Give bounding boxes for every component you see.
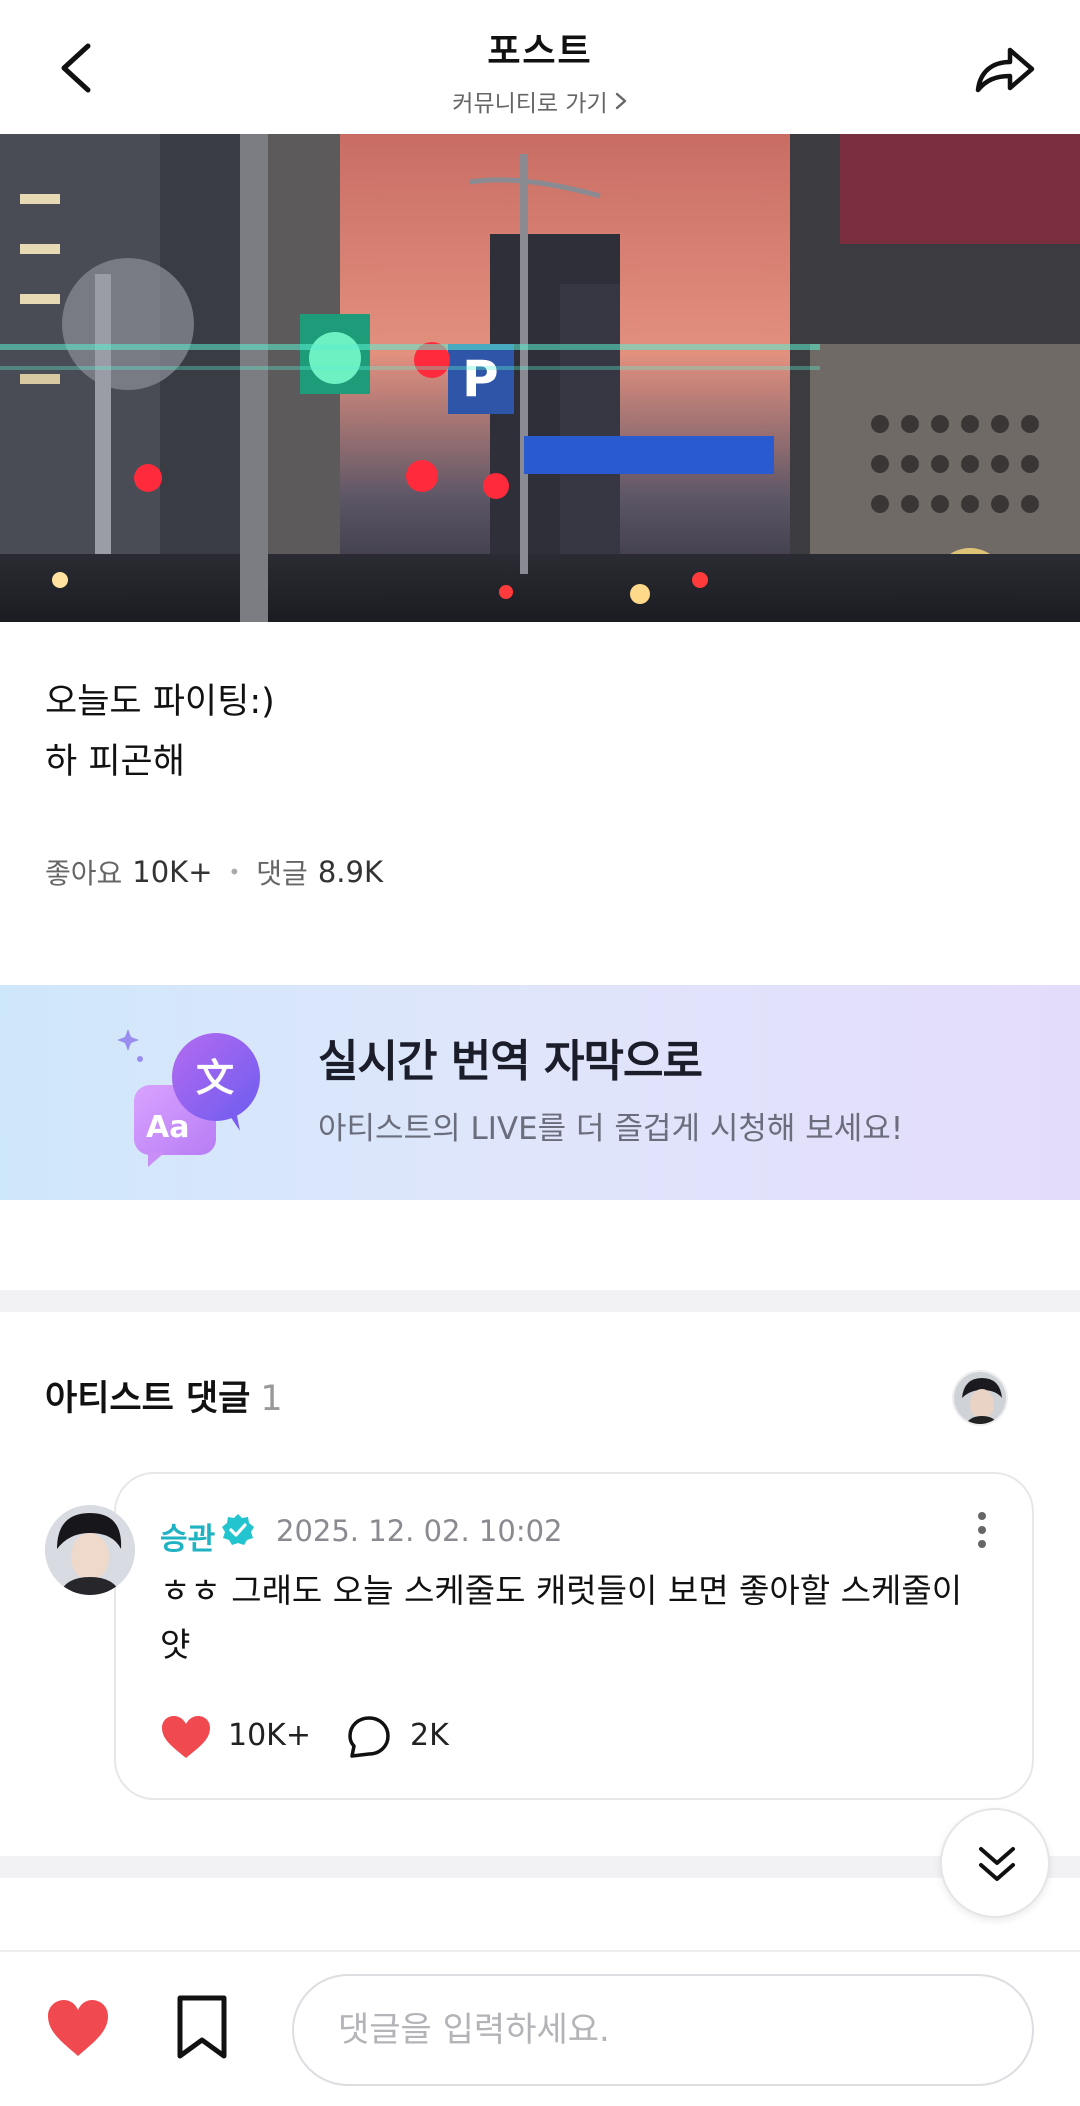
- banner-title: 실시간 번역 자막으로: [318, 1036, 703, 1087]
- verified-badge-icon: [222, 1514, 254, 1545]
- post-text-line: 오늘도 파이팅:): [45, 682, 275, 722]
- translation-banner[interactable]: Aa 文 실시간 번역 자막으로 아티스트의 LIVE를 더 즐겁게 시청해 보…: [0, 985, 1080, 1200]
- comment-input[interactable]: [292, 1974, 1034, 2086]
- artist-avatar-small[interactable]: [952, 1370, 1008, 1426]
- banner-icon-sub: Aa: [146, 1110, 189, 1145]
- comment-author-avatar[interactable]: [45, 1505, 135, 1595]
- comment-like-count: 10K+: [228, 1718, 311, 1753]
- artist-comment-card: 승관 2025. 12. 02. 10:02 ㅎㅎ 그래도 오늘 스케줄도 캐럿…: [114, 1472, 1034, 1800]
- artist-comments-label: 아티스트 댓글: [45, 1379, 251, 1419]
- community-link-label: 커뮤니티로 가기: [452, 91, 608, 117]
- post-photo[interactable]: P: [0, 134, 1080, 622]
- separator-dot: •: [228, 860, 241, 884]
- chevron-right-icon: [614, 91, 628, 117]
- section-divider: [0, 1290, 1080, 1312]
- section-divider: [0, 1856, 1080, 1878]
- heart-icon[interactable]: [160, 1714, 212, 1760]
- share-button[interactable]: [970, 36, 1040, 100]
- post-stats: 좋아요 10K+ • 댓글 8.9K: [45, 852, 383, 892]
- community-link[interactable]: 커뮤니티로 가기: [0, 84, 1080, 118]
- banner-icon-main: 文: [196, 1056, 234, 1100]
- svg-text:P: P: [462, 350, 499, 408]
- artist-comments-count: 1: [260, 1379, 283, 1419]
- share-arrow-icon: [975, 47, 1035, 93]
- more-options-icon[interactable]: [972, 1508, 992, 1552]
- reply-bubble-icon[interactable]: [346, 1714, 392, 1760]
- double-chevron-down-icon: [979, 1847, 1015, 1881]
- likes-count: 10K+: [132, 855, 213, 889]
- likes-label: 좋아요: [45, 857, 123, 890]
- banner-subtitle: 아티스트의 LIVE를 더 즐겁게 시청해 보세요!: [318, 1111, 904, 1147]
- top-header: 포스트 커뮤니티로 가기: [0, 0, 1080, 134]
- page-title: 포스트: [487, 31, 593, 72]
- comment-date: 2025. 12. 02. 10:02: [276, 1514, 563, 1548]
- comments-count: 8.9K: [317, 855, 383, 889]
- bottom-action-bar: [0, 1950, 1080, 2106]
- scroll-down-button[interactable]: [940, 1808, 1050, 1918]
- post-text-line: 하 피곤해: [45, 742, 185, 782]
- post-body: 오늘도 파이팅:) 하 피곤해: [45, 672, 275, 792]
- translate-icon: Aa 文: [108, 1015, 268, 1175]
- artist-comments-title: 아티스트 댓글 1: [45, 1370, 283, 1421]
- like-heart-icon[interactable]: [46, 1998, 110, 2058]
- comment-text: ㅎㅎ 그래도 오늘 스케줄도 캐럿들이 보면 좋아할 스케줄이얏: [160, 1571, 963, 1664]
- comment-reply-count: 2K: [410, 1718, 449, 1753]
- bookmark-icon[interactable]: [174, 1994, 230, 2060]
- comments-label: 댓글: [256, 857, 308, 890]
- comment-author[interactable]: 승관: [160, 1514, 215, 1558]
